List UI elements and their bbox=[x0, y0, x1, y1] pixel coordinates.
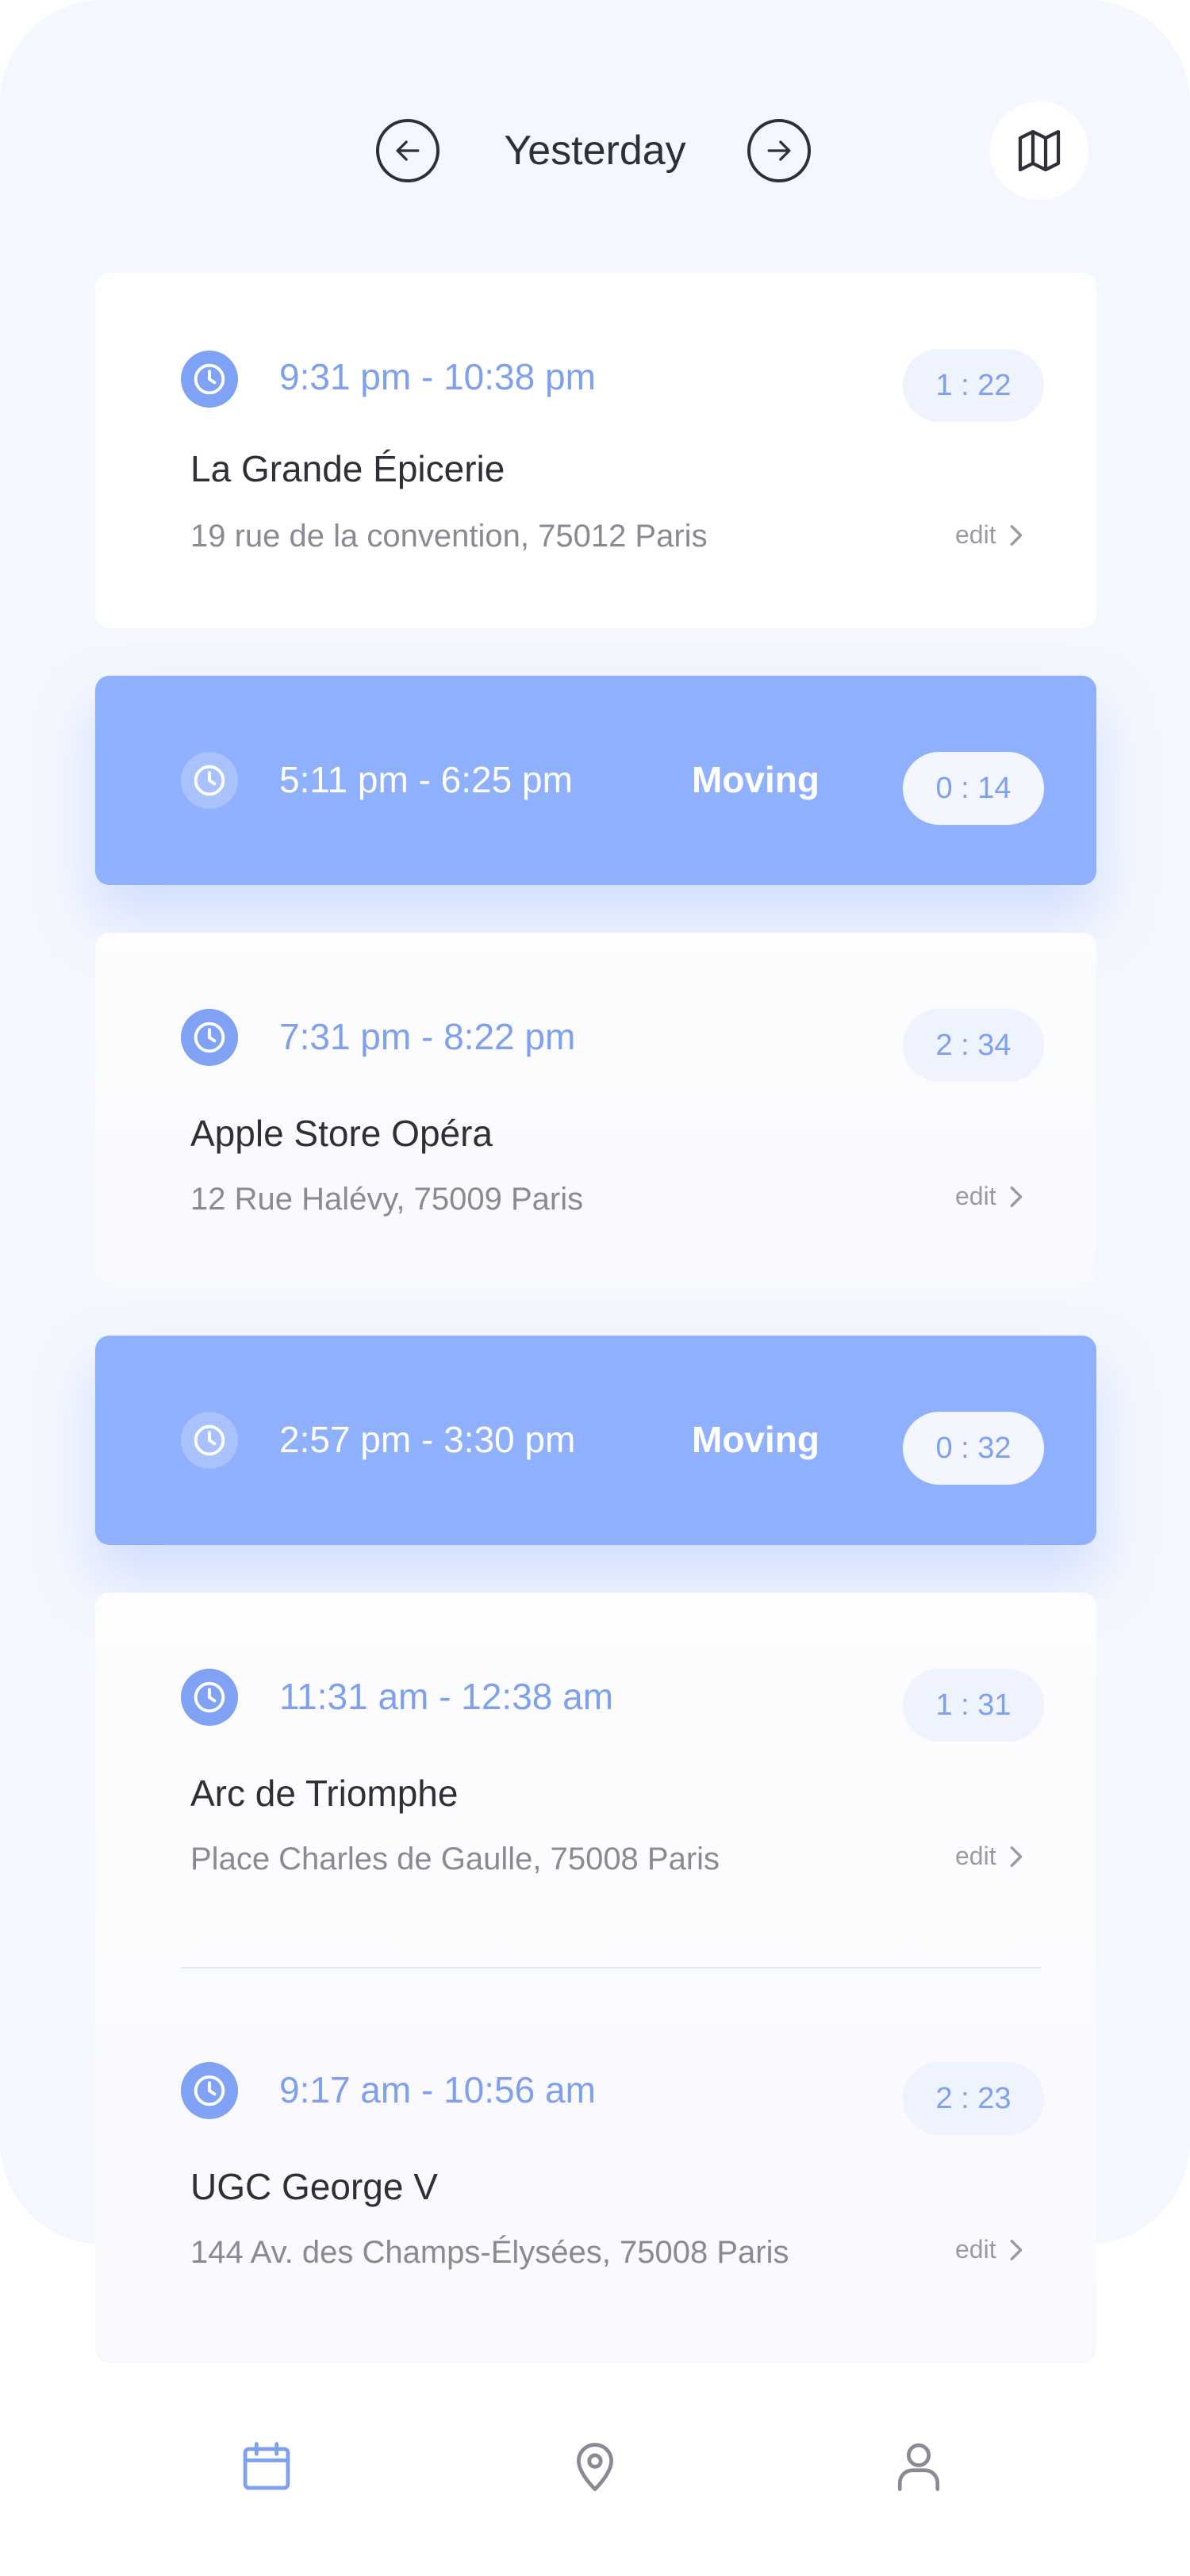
duration-badge: 2 : 34 bbox=[903, 1009, 1044, 1082]
map-icon bbox=[1018, 129, 1061, 172]
divider bbox=[181, 1967, 1041, 1968]
place-address: 12 Rue Halévy, 75009 Paris bbox=[190, 1182, 584, 1217]
edit-label: edit bbox=[955, 1842, 996, 1870]
bottom-navigation bbox=[0, 2411, 1190, 2538]
duration-badge: 0 : 14 bbox=[903, 752, 1044, 825]
tab-location[interactable] bbox=[555, 2427, 635, 2506]
tab-profile[interactable] bbox=[879, 2427, 958, 2506]
time-range: 9:17 am - 10:56 am bbox=[279, 2069, 596, 2110]
place-name: Apple Store Opéra bbox=[190, 1113, 493, 1154]
clock-icon bbox=[181, 1009, 238, 1066]
time-range: 7:31 pm - 8:22 pm bbox=[279, 1016, 576, 1057]
chevron-right-icon bbox=[1010, 2239, 1022, 2260]
map-view-button[interactable] bbox=[990, 102, 1088, 200]
moving-status: Moving bbox=[692, 1419, 820, 1460]
time-range: 2:57 pm - 3:30 pm bbox=[279, 1419, 576, 1460]
duration-badge: 0 : 32 bbox=[903, 1412, 1044, 1485]
edit-link[interactable]: edit bbox=[955, 2235, 1025, 2264]
place-name: Arc de Triomphe bbox=[190, 1773, 459, 1814]
time-range: 11:31 am - 12:38 am bbox=[279, 1676, 614, 1717]
clock-icon bbox=[181, 2062, 238, 2119]
duration-badge: 2 : 23 bbox=[903, 2062, 1044, 2135]
place-name: La Grande Épicerie bbox=[190, 448, 505, 489]
chevron-right-icon bbox=[1010, 1846, 1022, 1867]
arrow-left-icon bbox=[396, 140, 420, 161]
moving-status: Moving bbox=[692, 759, 820, 800]
tab-calendar[interactable] bbox=[227, 2427, 306, 2506]
clock-icon bbox=[181, 1412, 238, 1469]
edit-label: edit bbox=[955, 520, 996, 549]
place-card-group: 11:31 am - 12:38 am 1 : 31 Arc de Triomp… bbox=[95, 1593, 1096, 2363]
edit-link[interactable]: edit bbox=[955, 520, 1025, 550]
location-pin-icon bbox=[577, 2443, 613, 2491]
chevron-right-icon bbox=[1010, 524, 1022, 546]
place-name: UGC George V bbox=[190, 2166, 438, 2207]
time-range: 5:11 pm - 6:25 pm bbox=[279, 759, 573, 800]
chevron-right-icon bbox=[1010, 1186, 1022, 1207]
arrow-right-icon bbox=[767, 140, 791, 161]
page-title: Yesterday bbox=[504, 128, 686, 174]
next-day-button[interactable] bbox=[747, 119, 811, 182]
header: Yesterday bbox=[0, 0, 1190, 301]
edit-label: edit bbox=[955, 2235, 996, 2264]
edit-label: edit bbox=[955, 1182, 996, 1210]
previous-day-button[interactable] bbox=[376, 119, 440, 182]
duration-badge: 1 : 22 bbox=[903, 349, 1044, 422]
place-address: Place Charles de Gaulle, 75008 Paris bbox=[190, 1842, 720, 1876]
place-address: 19 rue de la convention, 75012 Paris bbox=[190, 519, 708, 554]
clock-icon bbox=[181, 351, 238, 408]
place-card[interactable]: 7:31 pm - 8:22 pm 2 : 34 Apple Store Opé… bbox=[95, 933, 1096, 1288]
moving-card[interactable]: 2:57 pm - 3:30 pm Moving 0 : 32 bbox=[95, 1336, 1096, 1545]
place-card[interactable]: 9:31 pm - 10:38 pm 1 : 22 La Grande Épic… bbox=[95, 273, 1096, 628]
user-icon bbox=[897, 2443, 940, 2491]
place-address: 144 Av. des Champs-Élysées, 75008 Paris bbox=[190, 2235, 789, 2270]
clock-icon bbox=[181, 752, 238, 809]
moving-card[interactable]: 5:11 pm - 6:25 pm Moving 0 : 14 bbox=[95, 676, 1096, 885]
time-range: 9:31 pm - 10:38 pm bbox=[279, 356, 596, 397]
calendar-icon bbox=[243, 2442, 290, 2490]
edit-link[interactable]: edit bbox=[955, 1182, 1025, 1211]
clock-icon bbox=[181, 1669, 238, 1726]
edit-link[interactable]: edit bbox=[955, 1842, 1025, 1871]
duration-badge: 1 : 31 bbox=[903, 1669, 1044, 1742]
